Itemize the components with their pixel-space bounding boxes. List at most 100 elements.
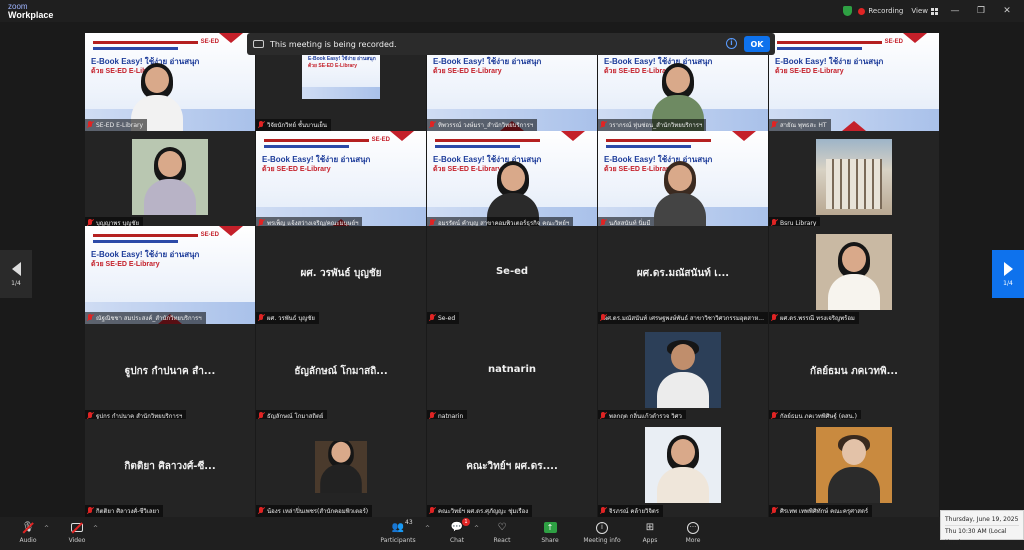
participant-display-name: Se-ed (495, 266, 529, 277)
participant-display-name: ธัญลักษณ์ โกมาสถิ... (294, 366, 388, 377)
video-tile[interactable]: E-Book Easy! ใช้ง่าย อ่านสนุก ด้วย SE-ED… (427, 131, 597, 229)
video-tile[interactable]: E-Book Easy! ใช้ง่าย อ่านสนุก ด้วย SE-ED… (598, 131, 768, 229)
participant-display-name: ผศ.ดร.มณัสนันท์ เ... (636, 268, 730, 279)
video-tile[interactable]: คณะวิทย์ฯ ผศ.ดร.... คณะวิทย์ฯ ผศ.ดร.ศุภั… (427, 419, 597, 517)
video-tile[interactable]: ฐูปกร กำปนาค สำ... ฐูปกร กำปนาค สำนักวิท… (85, 324, 255, 422)
next-page-button[interactable]: 1/4 (992, 250, 1024, 298)
more-dots-icon: ··· (686, 521, 700, 534)
mic-muted-icon (600, 121, 606, 129)
video-tile[interactable]: ผศ.ดร.มณัสนันท์ เ... ผศ.ดร.มณัสนันท์ เศร… (598, 226, 768, 324)
share-screen-icon: ↑ (543, 521, 557, 534)
video-tile[interactable]: E-Book Easy! ใช้ง่าย อ่านสนุก ด้วย SE-ED… (85, 33, 255, 131)
mic-muted-icon (600, 314, 603, 322)
people-icon: 👥 43 (391, 519, 413, 533)
mic-muted-icon (771, 314, 777, 322)
video-tile[interactable]: ผศ. วรพันธ์ บุญชัย ผศ. วรพันธ์ บุญชัย (256, 226, 426, 324)
video-tile[interactable]: จิรภรณ์ คล้ายวิจิตร (598, 419, 768, 517)
mic-muted-icon (771, 121, 777, 129)
minimize-button[interactable]: — (946, 6, 964, 16)
participant-name: ศิรเทพ เทพพิศิทักษ์ คณะครุศาสตร์ (769, 505, 873, 517)
recording-indicator[interactable]: Recording (858, 7, 903, 15)
record-dot-icon (858, 7, 866, 15)
participant-name: กิตติยา ศิลาวงศ์-ซีวิเลยา (85, 505, 164, 517)
video-tile[interactable]: ผศ.ดร.พรรณี ทรงเจริญพร้อม (769, 226, 939, 324)
video-tile[interactable]: บุญญาพร บุญชัย (85, 131, 255, 229)
more-button[interactable]: ··· More (668, 521, 718, 544)
video-tile[interactable]: Bsru Library (769, 131, 939, 229)
participant-name: SE-ED E-Library (85, 119, 148, 131)
video-tile[interactable]: E-Book Easy! ใช้ง่าย อ่านสนุก ด้วย SE-ED… (85, 226, 255, 324)
apps-icon: ⊞ (645, 522, 655, 533)
participant-photo (645, 332, 721, 408)
security-shield-icon[interactable] (843, 6, 853, 16)
heart-icon: ♡ (497, 522, 507, 533)
video-options-caret[interactable]: ^ (93, 525, 98, 532)
chevron-right-icon (1003, 261, 1013, 276)
view-button[interactable]: View (911, 7, 938, 15)
participant-photo (315, 441, 367, 493)
info-icon[interactable]: i (726, 38, 737, 49)
mic-muted-icon (429, 507, 435, 515)
participant-name: น้องร เหล่าปิ่นเพชร(สำนักคอมพิวเตอร์) (256, 505, 373, 517)
previous-page-button[interactable]: 1/4 (0, 250, 32, 298)
chat-bubble-icon: 💬 1 (450, 518, 470, 534)
ok-button[interactable]: OK (744, 36, 770, 52)
participant-name: Se-ed (427, 312, 460, 324)
participant-name: จิรภรณ์ คล้ายวิจิตร (598, 505, 663, 517)
participant-display-name: natnarin (488, 364, 536, 375)
participant-name: สายัณ พุทธสะ HT (769, 119, 831, 131)
mic-muted-icon (258, 314, 264, 322)
participant-display-name: กัลย์ธมน ภคเวทพิ... (810, 366, 898, 377)
mic-muted-icon (258, 121, 264, 129)
mic-muted-icon: 🎙 (21, 521, 35, 534)
participant-name: วิจัยนักวิทย์ ชั้นบานเย็น (256, 119, 332, 131)
participant-person (650, 159, 710, 229)
video-tile[interactable]: E-Book Easy! ใช้ง่าย อ่านสนุก ด้วย SE-ED… (769, 33, 939, 131)
clock-tooltip: Thursday, June 19, 2025 Thu 10:30 AM (Lo… (940, 510, 1024, 546)
unread-badge: 1 (462, 518, 470, 526)
share-button[interactable]: ↑ Share (525, 521, 575, 544)
maximize-button[interactable]: ❐ (972, 6, 990, 16)
participant-name: ณัฐณิชชา สมประสงค์_สำนักวิทยบริการฯ (85, 312, 206, 324)
camera-off-icon (70, 521, 84, 534)
shared-slide: E-Book Easy! ใช้ง่าย อ่านสนุก ด้วย SE-ED… (256, 131, 426, 229)
participant-name: ผศ.ดร.พรรณี ทรงเจริญพร้อม (769, 312, 859, 324)
shared-slide: E-Book Easy! ใช้ง่าย อ่านสนุก ด้วย SE-ED… (769, 33, 939, 131)
meeting-info-button[interactable]: i Meeting info (577, 521, 627, 544)
mic-muted-icon (429, 314, 435, 322)
meeting-toolbar: 🎙 Audio ^ Video ^ 👥43 Participants ^ 💬1 … (0, 517, 1024, 550)
participants-button[interactable]: 👥 43 Participants (373, 519, 423, 544)
participant-name: วรากรณ์ หุ่นซ่อน_สำนักวิทยบริการฯ (598, 119, 707, 131)
video-tile[interactable]: กิตติยา ศิลาวงศ์-ซี... กิตติยา ศิลาวงศ์-… (85, 419, 255, 517)
participant-name: คณะวิทย์ฯ ผศ.ดร.ศุภัญญะ ชุ่มเรือง (427, 505, 533, 517)
participant-display-name: คณะวิทย์ฯ ผศ.ดร.... (466, 461, 558, 472)
participant-name: ผศ.ดร.มณัสนันท์ เศรษฐพงษ์พันธ์ สาขาวิชาว… (598, 312, 768, 324)
mic-muted-icon (258, 507, 264, 515)
recording-icon (253, 40, 264, 48)
video-tile[interactable]: พลกฤต กลิ่นแก้วตำรวจ วิศว (598, 324, 768, 422)
audio-options-caret[interactable]: ^ (44, 525, 49, 532)
video-tile[interactable]: natnarin natnarin (427, 324, 597, 422)
video-tile[interactable]: Se-ed Se-ed (427, 226, 597, 324)
video-tile[interactable]: ศิรเทพ เทพพิศิทักษ์ คณะครุศาสตร์ (769, 419, 939, 517)
participant-name: ผศ. วรพันธ์ บุญชัย (256, 312, 319, 324)
video-tile[interactable]: ธัญลักษณ์ โกมาสถิ... ธัญลักษณ์ โกมาสถิตย… (256, 324, 426, 422)
mic-muted-icon (87, 507, 93, 515)
participant-photo (816, 234, 892, 310)
chevron-left-icon (11, 261, 21, 276)
video-gallery: E-Book Easy! ใช้ง่าย อ่านสนุก ด้วย SE-ED… (0, 22, 1024, 517)
video-tile[interactable]: น้องร เหล่าปิ่นเพชร(สำนักคอมพิวเตอร์) (256, 419, 426, 517)
zoom-workplace-logo: zoom Workplace (8, 2, 54, 20)
video-tile[interactable]: E-Book Easy! ใช้ง่าย อ่านสนุก ด้วย SE-ED… (256, 131, 426, 229)
video-tile[interactable]: กัลย์ธมน ภคเวทพิ... กัลย์ธมน ภคเวทพิศิษฐ… (769, 324, 939, 422)
shared-slide: E-Book Easy! ใช้ง่าย อ่านสนุก ด้วย SE-ED… (85, 226, 255, 324)
react-button[interactable]: ♡ React (477, 521, 527, 544)
title-bar: zoom Workplace Recording View — ❐ ✕ (0, 0, 1024, 22)
close-button[interactable]: ✕ (998, 6, 1016, 16)
participant-photo (132, 139, 208, 215)
participants-options-caret[interactable]: ^ (425, 525, 430, 532)
participant-display-name: ฐูปกร กำปนาค สำ... (124, 366, 216, 377)
mic-muted-icon (771, 507, 777, 515)
mic-muted-icon (600, 507, 606, 515)
participant-photo (816, 427, 892, 503)
